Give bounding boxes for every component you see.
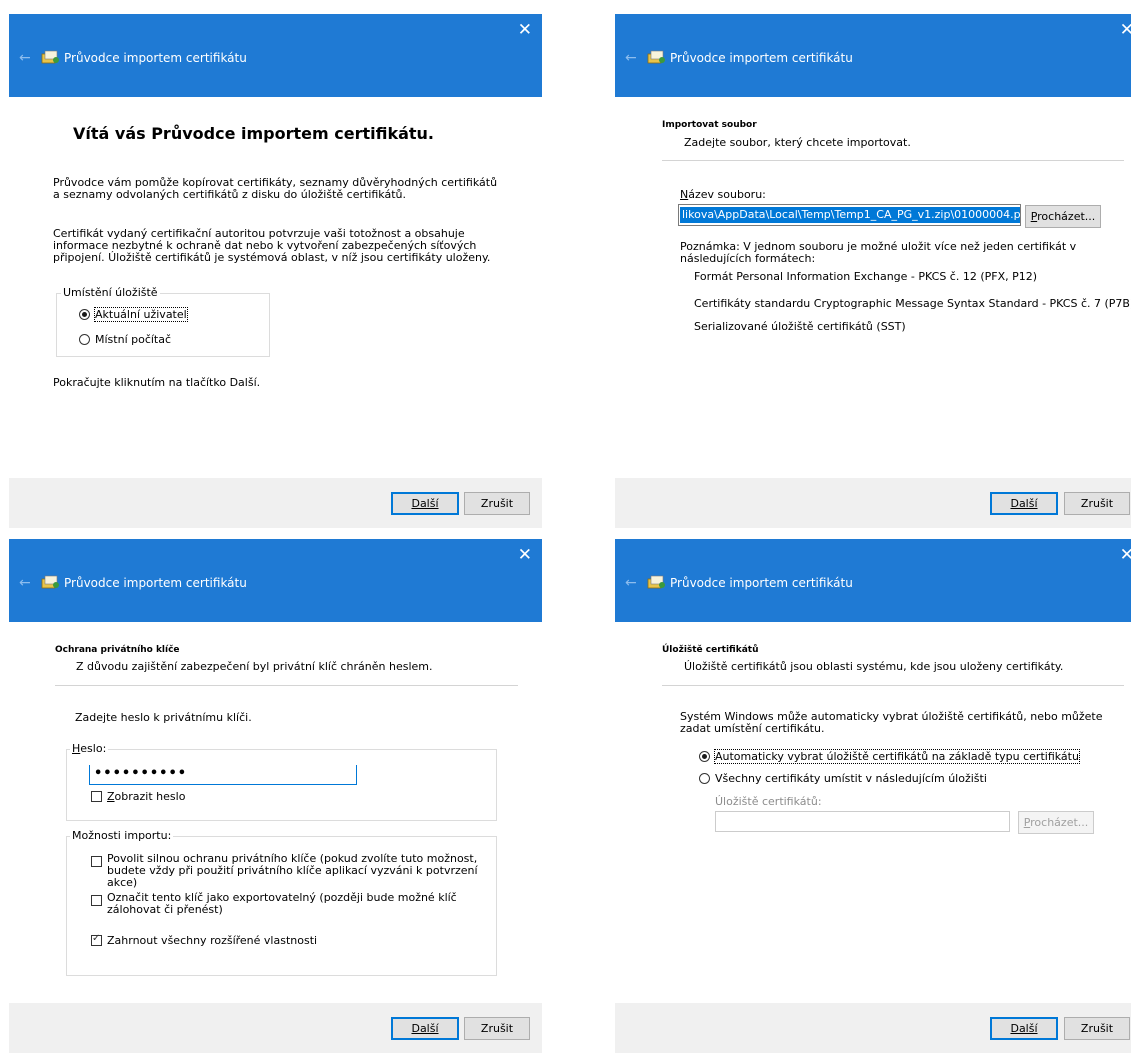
format-item: Certifikáty standardu Cryptographic Mess… bbox=[694, 297, 1131, 310]
auto-select-store-radio[interactable] bbox=[699, 751, 710, 762]
show-password-label[interactable]: Zobrazit heslo bbox=[107, 790, 185, 803]
password-prompt: Zadejte heslo k privátnímu klíči. bbox=[75, 711, 252, 724]
certificate-wizard-icon bbox=[41, 50, 59, 64]
wizard-window-welcome: ✕ ← Průvodce importem certifikátu Vítá v… bbox=[9, 14, 542, 528]
wizard-window-cert-store: ✕ ← Průvodce importem certifikátu Úložiš… bbox=[615, 539, 1131, 1053]
import-options-label: Možnosti importu: bbox=[70, 829, 174, 842]
browse-button[interactable]: Procházet... bbox=[1025, 205, 1101, 228]
exportable-checkbox[interactable] bbox=[91, 895, 102, 906]
formats-note: Poznámka: V jednom souboru je možné ulož… bbox=[680, 240, 1077, 265]
filename-value: likova\AppData\Local\Temp\Temp1_CA_PG_v1… bbox=[680, 207, 1020, 223]
format-item: Serializované úložiště certifikátů (SST) bbox=[694, 320, 906, 333]
local-machine-label[interactable]: Místní počítač bbox=[95, 333, 171, 346]
title-bar: ✕ ← Průvodce importem certifikátu bbox=[615, 539, 1131, 622]
close-icon[interactable]: ✕ bbox=[1120, 545, 1131, 565]
wizard-title: Průvodce importem certifikátu bbox=[64, 51, 247, 65]
browse-button[interactable]: Procházet... bbox=[1018, 811, 1094, 834]
filename-label: Název souboru: bbox=[680, 188, 766, 201]
cancel-button[interactable]: Zrušit bbox=[464, 1017, 530, 1040]
exportable-label[interactable]: Označit tento klíč jako exportovatelný (… bbox=[107, 892, 492, 916]
filename-input[interactable]: likova\AppData\Local\Temp\Temp1_CA_PG_v1… bbox=[678, 204, 1021, 226]
title-bar: ✕ ← Průvodce importem certifikátu bbox=[9, 539, 542, 622]
close-icon[interactable]: ✕ bbox=[518, 20, 532, 40]
continue-instruction: Pokračujte kliknutím na tlačítko Další. bbox=[53, 376, 261, 389]
wizard-window-private-key: ✕ ← Průvodce importem certifikátu Ochran… bbox=[9, 539, 542, 1053]
section-description: Úložiště certifikátů jsou oblasti systém… bbox=[684, 660, 1064, 673]
cancel-button[interactable]: Zrušit bbox=[464, 492, 530, 515]
section-title: Úložiště certifikátů bbox=[662, 645, 759, 655]
password-value: •••••••••• bbox=[94, 766, 188, 781]
welcome-paragraph-1: Průvodce vám pomůže kopírovat certifikát… bbox=[53, 176, 498, 201]
section-divider bbox=[662, 685, 1124, 686]
extended-properties-label[interactable]: Zahrnout všechny rozšířené vlastnosti bbox=[107, 934, 317, 947]
footer-bar: Další Zrušit bbox=[615, 478, 1131, 528]
cancel-button[interactable]: Zrušit bbox=[1064, 1017, 1130, 1040]
password-group bbox=[66, 749, 497, 821]
store-explanation: Systém Windows může automaticky vybrat ú… bbox=[680, 710, 1103, 735]
local-machine-radio[interactable] bbox=[79, 334, 90, 345]
wizard-title: Průvodce importem certifikátu bbox=[670, 576, 853, 590]
welcome-heading: Vítá vás Průvodce importem certifikátu. bbox=[73, 124, 434, 143]
next-button[interactable]: Další bbox=[391, 492, 459, 515]
strong-protection-label[interactable]: Povolit silnou ochranu privátního klíče … bbox=[107, 853, 492, 889]
certificate-wizard-icon bbox=[647, 50, 665, 64]
manual-store-label[interactable]: Všechny certifikáty umístit v následujíc… bbox=[715, 772, 987, 785]
extended-properties-checkbox[interactable] bbox=[91, 933, 102, 946]
back-arrow-icon[interactable]: ← bbox=[19, 575, 31, 591]
footer-bar: Další Zrušit bbox=[615, 1003, 1131, 1053]
footer-bar: Další Zrušit bbox=[9, 1003, 542, 1053]
store-field-label: Úložiště certifikátů: bbox=[715, 795, 822, 808]
wizard-window-import-file: ✕ ← Průvodce importem certifikátu Import… bbox=[615, 14, 1131, 528]
title-bar: ✕ ← Průvodce importem certifikátu bbox=[9, 14, 542, 97]
cancel-button[interactable]: Zrušit bbox=[1064, 492, 1130, 515]
show-password-checkbox[interactable] bbox=[91, 791, 102, 802]
current-user-label[interactable]: Aktuální uživatel bbox=[94, 307, 188, 322]
next-button[interactable]: Další bbox=[391, 1017, 459, 1040]
wizard-title: Průvodce importem certifikátu bbox=[64, 576, 247, 590]
next-button[interactable]: Další bbox=[990, 1017, 1058, 1040]
format-item: Formát Personal Information Exchange - P… bbox=[694, 270, 1038, 283]
title-bar: ✕ ← Průvodce importem certifikátu bbox=[615, 14, 1131, 97]
footer-bar: Další Zrušit bbox=[9, 478, 542, 528]
store-location-group bbox=[56, 293, 270, 357]
welcome-paragraph-2: Certifikát vydaný certifikační autoritou… bbox=[53, 227, 491, 264]
current-user-radio[interactable] bbox=[79, 309, 90, 320]
section-divider bbox=[55, 685, 518, 686]
section-description: Zadejte soubor, který chcete importovat. bbox=[684, 136, 911, 149]
certificate-wizard-icon bbox=[647, 575, 665, 589]
back-arrow-icon[interactable]: ← bbox=[625, 575, 637, 591]
back-arrow-icon[interactable]: ← bbox=[19, 50, 31, 66]
manual-store-radio[interactable] bbox=[699, 773, 710, 784]
auto-select-store-label[interactable]: Automaticky vybrat úložiště certifikátů … bbox=[714, 749, 1080, 764]
wizard-title: Průvodce importem certifikátu bbox=[670, 51, 853, 65]
close-icon[interactable]: ✕ bbox=[1120, 20, 1131, 40]
section-divider bbox=[662, 160, 1124, 161]
section-title: Ochrana privátního klíče bbox=[55, 645, 180, 655]
section-title: Importovat soubor bbox=[662, 120, 757, 130]
certificate-wizard-icon bbox=[41, 575, 59, 589]
strong-protection-checkbox[interactable] bbox=[91, 856, 102, 867]
store-input[interactable] bbox=[715, 811, 1010, 832]
back-arrow-icon[interactable]: ← bbox=[625, 50, 637, 66]
password-label: Heslo: bbox=[70, 742, 109, 755]
password-input[interactable]: •••••••••• bbox=[89, 765, 357, 785]
store-location-label: Umístění úložiště bbox=[61, 286, 160, 299]
section-description: Z důvodu zajištění zabezpečení byl privá… bbox=[76, 660, 433, 673]
next-button[interactable]: Další bbox=[990, 492, 1058, 515]
close-icon[interactable]: ✕ bbox=[518, 545, 532, 565]
